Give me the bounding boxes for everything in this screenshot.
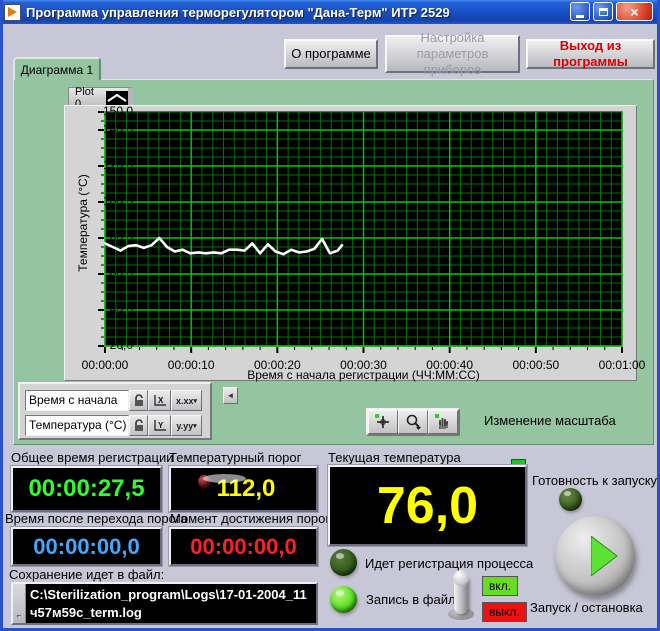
palette-caption: Изменение масштаба <box>484 413 616 428</box>
write-file-toggle[interactable] <box>444 568 480 622</box>
threshold-moment-display: 00:00:00,0 <box>169 527 318 566</box>
toggle-on-label: вкл. <box>482 576 518 596</box>
device-settings-button[interactable]: Настройка параметров приборов <box>385 35 520 73</box>
magnifier-icon <box>404 413 422 431</box>
path-type-icon: ⌐ <box>13 584 26 623</box>
log-file-path: C:\Sterilization_program\Logs\17-01-2004… <box>26 584 316 623</box>
threshold-moment-label: Момент достижения порога <box>170 511 337 526</box>
svg-text:Y: Y <box>158 421 164 430</box>
diagram-panel: Plot 0 Температура (°C) 150,0140,0120,01… <box>13 79 654 445</box>
tab-diagram-1[interactable]: Диаграмма 1 <box>13 57 101 80</box>
total-time-display: 00:00:27,5 <box>11 466 162 512</box>
time-after-threshold-value: 00:00:00,0 <box>33 534 139 560</box>
waveform-chart[interactable]: Температура (°C) 150,0140,0120,0100,080,… <box>64 105 637 381</box>
y-tick-label: 60,0 <box>91 266 133 280</box>
svg-text:X: X <box>158 396 164 405</box>
ready-label: Готовность к запуску <box>532 473 657 488</box>
threshold-led <box>198 475 211 488</box>
app-icon <box>4 4 21 21</box>
x-scale-lock-button[interactable] <box>129 390 148 411</box>
y-format-button[interactable]: y.yy▾ <box>171 415 202 436</box>
x-scale-name-field[interactable]: Время с начала <box>25 390 129 411</box>
y-axis-label: Температура (°C) <box>76 113 90 333</box>
start-stop-button[interactable] <box>555 516 635 596</box>
x-format-button[interactable]: x.xx▾ <box>171 390 202 411</box>
close-button[interactable]: × <box>616 2 653 21</box>
y-autoscale-button[interactable]: Y <box>148 415 171 436</box>
registration-led <box>330 549 357 576</box>
ready-led <box>559 488 582 511</box>
time-after-threshold-display: 00:00:00,0 <box>11 527 162 566</box>
exit-button[interactable]: Выход из программы <box>526 39 655 69</box>
cursor-tool-button[interactable] <box>368 410 398 434</box>
play-icon <box>591 536 621 576</box>
window-title: Программа управления терморегулятором "Д… <box>26 5 450 20</box>
write-file-label: Запись в файл <box>366 592 456 607</box>
time-after-threshold-label: Время после перехода порога <box>5 511 188 526</box>
x-axis-icon: X <box>153 394 167 407</box>
hand-icon <box>434 413 452 431</box>
y-tick-label: 150,0 <box>91 104 133 118</box>
plot-area: 150,0140,0120,0100,080,060,040,020,000:0… <box>97 110 630 360</box>
y-tick-label: 40,0 <box>91 302 133 316</box>
threshold-label: Температурный порог <box>169 450 301 465</box>
start-stop-label: Запуск / остановка <box>530 600 643 615</box>
threshold-moment-value: 00:00:00,0 <box>190 534 296 560</box>
zoom-tool-button[interactable] <box>398 410 428 434</box>
toggle-off-label: выкл. <box>482 602 527 622</box>
current-temperature-value: 76,0 <box>377 476 478 536</box>
crosshair-icon <box>374 413 392 431</box>
log-file-path-box[interactable]: ⌐ C:\Sterilization_program\Logs\17-01-20… <box>11 582 318 625</box>
total-time-value: 00:00:27,5 <box>28 475 144 503</box>
total-time-label: Общее время регистрации <box>11 450 173 465</box>
y-tick-label: 140,0 <box>91 122 133 136</box>
current-temperature-label: Текущая температура <box>328 450 461 465</box>
maximize-button[interactable] <box>593 2 613 21</box>
y-tick-label: 20,0 <box>91 338 133 352</box>
write-file-led <box>330 586 357 613</box>
y-tick-label: 120,0 <box>91 158 133 172</box>
plot-line-sample-icon <box>106 91 128 105</box>
app-window: Программа управления терморегулятором "Д… <box>0 0 660 631</box>
minimize-button[interactable] <box>570 2 590 21</box>
save-file-label: Сохранение идет в файл: <box>9 567 164 582</box>
y-tick-label: 80,0 <box>91 230 133 244</box>
lock-open-icon <box>134 394 144 407</box>
lock-open-icon <box>134 419 144 432</box>
y-axis-icon: Y <box>153 419 167 432</box>
y-scale-name-field[interactable]: Температура (°C) <box>25 415 129 436</box>
current-temperature-display: 76,0 <box>328 465 527 546</box>
title-bar: Программа управления терморегулятором "Д… <box>0 0 660 24</box>
x-autoscale-button[interactable]: X <box>148 390 171 411</box>
pan-tool-button[interactable] <box>428 410 458 434</box>
y-tick-label: 100,0 <box>91 194 133 208</box>
x-axis-label: Время с начала регистрации (ЧЧ:ММ:СС) <box>105 368 622 382</box>
scale-legend: Время с начала X x.xx▾ Температура (°C) … <box>18 382 212 440</box>
threshold-display[interactable]: 112,0 <box>169 466 318 512</box>
y-scale-lock-button[interactable] <box>129 415 148 436</box>
scale-legend-scroll-button[interactable]: ◄ <box>223 387 238 404</box>
graph-palette <box>366 408 460 436</box>
about-button[interactable]: О программе <box>284 39 378 69</box>
